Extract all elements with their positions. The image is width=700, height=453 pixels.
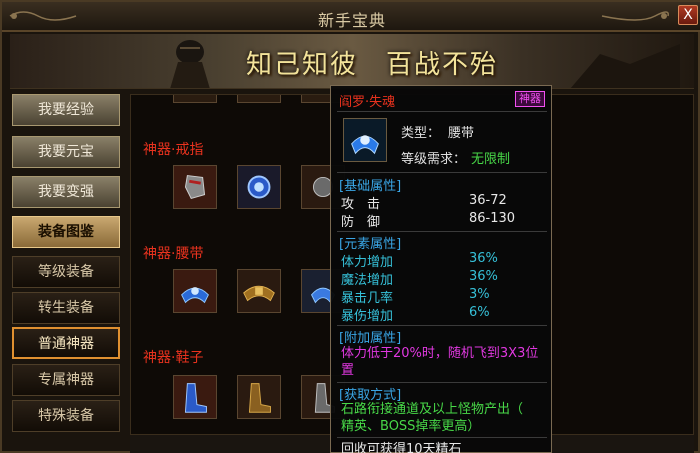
element-value: 3% xyxy=(469,287,490,302)
ring-orb-icon xyxy=(238,166,280,208)
warrior-figure-icon xyxy=(170,40,210,88)
item-tooltip: 阎罗·失魂 神器 类型： 腰带 等级需求： 无限制 [基础属性] 攻 击 36-… xyxy=(330,85,552,453)
element-value: 6% xyxy=(469,305,490,320)
item-slot[interactable] xyxy=(173,95,217,103)
element-value: 36% xyxy=(469,269,498,284)
category-ring-label: 神器·戒指 xyxy=(143,142,204,158)
extra-attr-line: 置 xyxy=(341,363,355,378)
source-line: 石路衔接通道及以上怪物产出（ xyxy=(341,402,524,417)
item-slot-belt-1[interactable] xyxy=(173,269,217,313)
nav-equipment-guide[interactable]: 装备图鉴 xyxy=(12,216,120,248)
nav-special-equipment[interactable]: 特殊装备 xyxy=(12,400,120,432)
nav-level-equipment[interactable]: 等级装备 xyxy=(12,256,120,288)
item-slot-ring-2[interactable] xyxy=(237,165,281,209)
warrior-figure-right-icon xyxy=(570,44,680,88)
belt-gold-icon xyxy=(238,270,280,312)
divider xyxy=(337,172,547,173)
attack-label: 攻 击 xyxy=(341,197,381,212)
banner-slogan: 知己知彼 百战不殆 xyxy=(246,50,499,80)
title-bar[interactable]: 新手宝典 X xyxy=(2,2,700,32)
level-label: 等级需求： xyxy=(401,152,467,167)
element-key: 魔法增加 xyxy=(341,273,394,288)
defense-value: 86-130 xyxy=(469,211,516,226)
recycle-text: 回收可获得10天精石 xyxy=(341,442,462,453)
item-slot-boots-2[interactable] xyxy=(237,375,281,419)
element-value: 36% xyxy=(469,251,498,266)
level-value: 无限制 xyxy=(471,152,511,167)
item-slot-belt-2[interactable] xyxy=(237,269,281,313)
defense-label: 防 御 xyxy=(341,215,381,230)
right-ornament-icon xyxy=(601,11,669,21)
window-title: 新手宝典 xyxy=(317,11,386,30)
item-slot[interactable] xyxy=(237,95,281,103)
type-value: 腰带 xyxy=(448,126,475,141)
divider xyxy=(337,325,547,326)
banner: 知己知彼 百战不殆 xyxy=(10,34,694,89)
element-key: 暴击几率 xyxy=(341,291,394,306)
close-icon: X xyxy=(683,7,693,23)
item-icon-frame xyxy=(343,118,387,162)
nav-get-stronger[interactable]: 我要变强 xyxy=(12,176,120,208)
item-name: 阎罗·失魂 xyxy=(339,95,396,110)
element-key: 暴伤增加 xyxy=(341,309,394,324)
nav-get-exp[interactable]: 我要经验 xyxy=(12,94,120,126)
boots-gold-icon xyxy=(238,376,280,418)
sidebar: 我要经验 我要元宝 我要变强 装备图鉴 等级装备 转生装备 普通神器 专属神器 … xyxy=(12,94,124,449)
ring-gauntlet-icon xyxy=(174,166,216,208)
element-attr-section: [元素属性] xyxy=(339,237,402,252)
extra-attr-section: [附加属性] xyxy=(339,331,402,346)
close-button[interactable]: X xyxy=(678,5,698,25)
nav-rebirth-equipment[interactable]: 转生装备 xyxy=(12,292,120,324)
category-belt-label: 神器·腰带 xyxy=(143,246,204,262)
artifact-badge: 神器 xyxy=(515,91,545,107)
divider xyxy=(337,382,547,383)
element-key: 体力增加 xyxy=(341,255,394,270)
nav-get-gold[interactable]: 我要元宝 xyxy=(12,136,120,168)
divider xyxy=(337,111,547,112)
attack-value: 36-72 xyxy=(469,193,507,208)
nav-normal-artifact[interactable]: 普通神器 xyxy=(12,327,120,359)
type-label: 类型： xyxy=(401,126,441,141)
boots-blue-icon xyxy=(174,376,216,418)
nav-exclusive-artifact[interactable]: 专属神器 xyxy=(12,364,120,396)
belt-blue-icon xyxy=(174,270,216,312)
base-attr-section: [基础属性] xyxy=(339,179,402,194)
belt-blue-icon xyxy=(344,119,386,161)
item-slot-ring-1[interactable] xyxy=(173,165,217,209)
category-boots-label: 神器·鞋子 xyxy=(143,350,204,366)
item-slot-boots-1[interactable] xyxy=(173,375,217,419)
extra-attr-line: 体力低于20%时，随机飞到3X3位 xyxy=(341,346,539,361)
source-line: 精英、BOSS掉率更高） xyxy=(341,419,481,434)
divider xyxy=(337,231,547,232)
